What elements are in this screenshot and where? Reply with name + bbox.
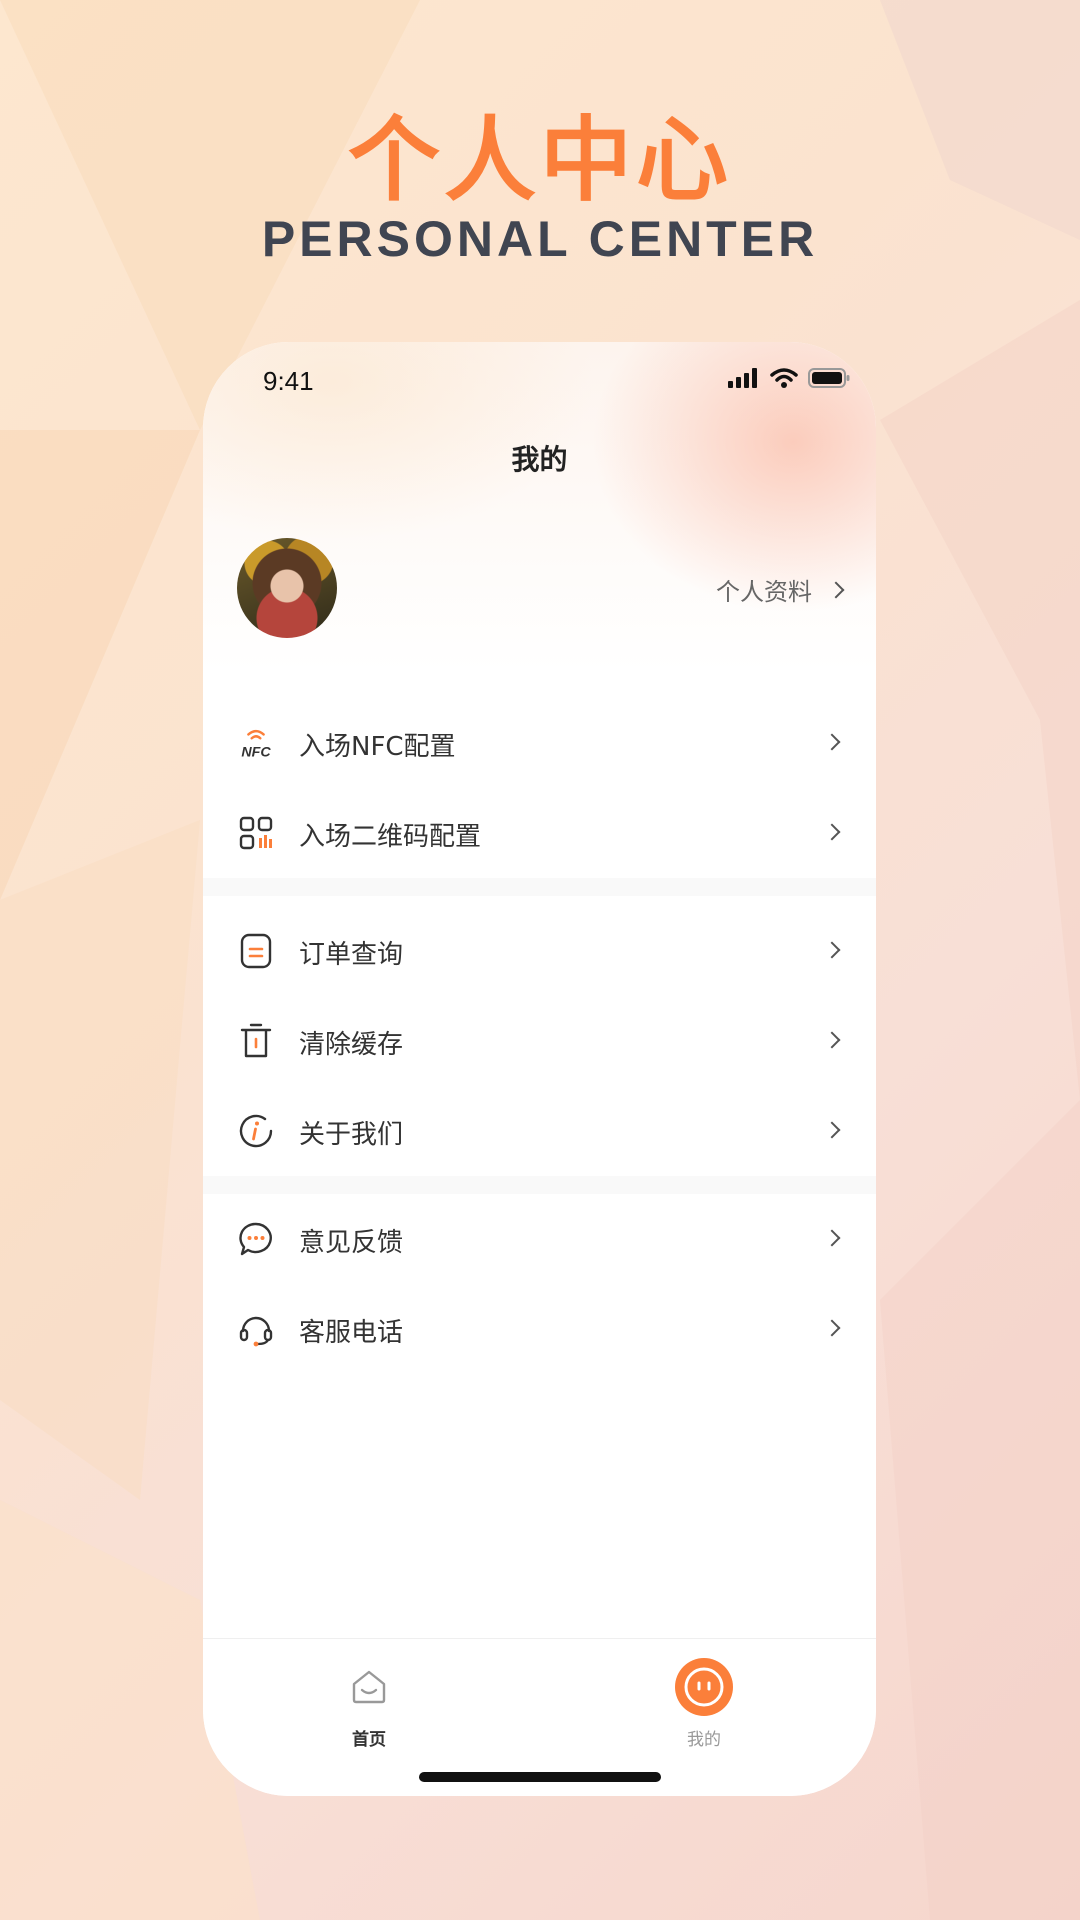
menu-group-entry: NFC 入场NFC配置 入场二维码配置 bbox=[203, 698, 876, 878]
menu-label: 关于我们 bbox=[299, 1120, 404, 1150]
headline-title: 个人中心 bbox=[347, 107, 732, 214]
tab-label: 我的 bbox=[687, 1730, 721, 1750]
status-bar: 9:41 bbox=[203, 342, 876, 422]
chevron-right-icon bbox=[823, 1229, 841, 1247]
menu-label: 订单查询 bbox=[299, 940, 404, 970]
menu-label: 客服电话 bbox=[299, 1318, 404, 1348]
trash-icon bbox=[237, 1022, 275, 1060]
face-icon bbox=[674, 1657, 734, 1717]
info-icon bbox=[237, 1112, 275, 1150]
chevron-right-icon bbox=[823, 823, 841, 841]
avatar[interactable] bbox=[237, 538, 337, 638]
chevron-right-icon bbox=[823, 1031, 841, 1049]
menu-group-support: 意见反馈 客服电话 bbox=[203, 1194, 876, 1374]
chevron-right-icon bbox=[823, 733, 841, 751]
battery-icon bbox=[808, 368, 850, 388]
page-title: 我的 bbox=[511, 443, 568, 476]
tab-home[interactable]: 首页 bbox=[309, 1657, 429, 1750]
menu-label: 清除缓存 bbox=[299, 1030, 404, 1060]
home-icon bbox=[339, 1657, 399, 1717]
section-divider bbox=[203, 1176, 876, 1194]
tab-label: 首页 bbox=[352, 1730, 386, 1750]
chat-bubble-icon bbox=[237, 1220, 275, 1258]
nfc-icon: NFC bbox=[237, 724, 275, 762]
chevron-right-icon bbox=[823, 1319, 841, 1337]
home-indicator bbox=[419, 1772, 661, 1782]
svg-text:NFC: NFC bbox=[241, 744, 271, 760]
order-icon bbox=[237, 932, 275, 970]
chevron-right-icon bbox=[823, 941, 841, 959]
menu-label: 入场二维码配置 bbox=[299, 822, 482, 852]
headset-icon bbox=[237, 1310, 275, 1348]
status-icons bbox=[728, 368, 850, 388]
section-divider bbox=[203, 878, 876, 896]
phone-screen: 9:41 我的 个人资料 NFC 入场NFC配置 入场二维码配置 订单查询 清除… bbox=[203, 342, 876, 1796]
signal-icon bbox=[728, 368, 757, 388]
menu-item-feedback[interactable]: 意见反馈 bbox=[203, 1194, 876, 1284]
profile-row[interactable]: 个人资料 bbox=[203, 538, 876, 644]
menu-item-order-query[interactable]: 订单查询 bbox=[203, 906, 876, 996]
headline-subtitle: PERSONAL CENTER bbox=[261, 211, 819, 267]
menu-item-about-us[interactable]: 关于我们 bbox=[203, 1086, 876, 1176]
menu-item-customer-service[interactable]: 客服电话 bbox=[203, 1284, 876, 1374]
menu-group-general: 订单查询 清除缓存 关于我们 bbox=[203, 906, 876, 1176]
chevron-right-icon bbox=[827, 581, 845, 598]
profile-link-label: 个人资料 bbox=[716, 578, 812, 606]
menu-item-qr-config[interactable]: 入场二维码配置 bbox=[203, 788, 876, 878]
menu-label: 意见反馈 bbox=[299, 1228, 404, 1258]
tab-mine[interactable]: 我的 bbox=[644, 1657, 764, 1750]
chevron-right-icon bbox=[823, 1121, 841, 1139]
menu-item-clear-cache[interactable]: 清除缓存 bbox=[203, 996, 876, 1086]
menu-item-nfc-config[interactable]: NFC 入场NFC配置 bbox=[203, 698, 876, 788]
wifi-icon bbox=[770, 368, 798, 388]
status-time: 9:41 bbox=[263, 366, 314, 396]
menu-label: 入场NFC配置 bbox=[299, 732, 456, 762]
qr-code-icon bbox=[237, 814, 275, 852]
profile-link[interactable]: 个人资料 bbox=[716, 572, 845, 607]
